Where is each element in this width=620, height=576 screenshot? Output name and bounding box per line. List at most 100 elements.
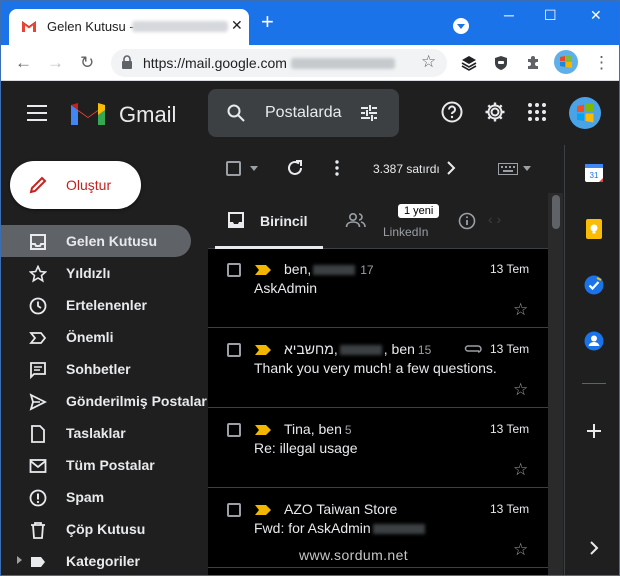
date: 13 Tem [490,422,530,436]
important-marker-icon[interactable] [255,345,271,355]
nav-label: Sohbetler [66,361,131,377]
email-row[interactable]: Tina, ben 5 13 Tem Re: illegal usage ☆ [208,409,548,488]
nav-label: Kategoriler [66,553,140,569]
keep-icon[interactable] [584,219,604,239]
scrollbar-thumb[interactable] [552,195,560,229]
info-icon[interactable] [458,212,476,230]
calendar-icon[interactable]: 31 [584,163,604,183]
input-tools-dropdown-icon[interactable] [523,166,531,171]
tab-social[interactable]: 1 yeni LinkedIn [333,193,458,249]
add-addon-icon[interactable] [584,421,604,441]
nav-label: Tüm Postalar [66,457,155,473]
tasks-icon[interactable] [584,275,604,295]
row-checkbox[interactable] [227,423,241,437]
browser-tab[interactable]: Gelen Kutusu - ✕ [9,9,249,45]
nav-item-spam[interactable]: Spam [1,481,191,513]
tab-primary[interactable]: Birincil [215,193,323,249]
sender: מחשביא,, ben 15 [284,341,432,357]
lock-icon [122,55,132,69]
search-input[interactable]: Postalarda [265,104,342,122]
gmail-logo-icon[interactable] [69,99,107,127]
back-icon[interactable]: ← [15,54,32,71]
close-window-button[interactable]: ✕ [590,7,602,24]
next-page-icon[interactable] [445,159,457,177]
scrollbar[interactable] [548,193,563,575]
nav-item-snoozed[interactable]: Ertelenenler [1,289,191,321]
star-toggle-icon[interactable]: ☆ [513,300,528,320]
select-all-checkbox[interactable] [226,161,241,176]
watermark: www.sordum.net [299,547,409,563]
browser-window: Gelen Kutusu - ✕ + ─ ☐ ✕ ← → ↻ https://m… [0,0,620,576]
select-dropdown-icon[interactable] [250,166,258,171]
account-avatar[interactable] [569,97,601,129]
google-apps-icon[interactable] [528,103,546,121]
layers-extension-icon[interactable] [461,55,477,71]
send-icon [29,393,47,411]
nav-item-drafts[interactable]: Taslaklar [1,417,191,449]
inbox-icon [30,234,46,250]
profile-avatar-icon[interactable] [554,50,578,74]
new-badge: 1 yeni [398,204,440,218]
important-marker-icon[interactable] [255,505,271,515]
sender: AZO Taiwan Store [284,501,398,517]
search-icon[interactable] [227,104,245,122]
refresh-icon[interactable] [286,159,304,177]
new-tab-button[interactable]: + [261,11,274,33]
bookmark-star-icon[interactable]: ☆ [421,52,436,72]
maximize-button[interactable]: ☐ [544,7,557,24]
chrome-menu-icon[interactable]: ⋮ [593,54,610,71]
email-row[interactable]: מחשביא,, ben 15 13 Tem Thank you very muc… [208,329,548,408]
email-row[interactable]: ben, 17 13 Tem AskAdmin ☆ [208,249,548,328]
pencil-icon [29,176,47,194]
star-toggle-icon[interactable]: ☆ [513,380,528,400]
main-menu-icon[interactable] [27,105,47,121]
nav-item-trash[interactable]: Çöp Kutusu [1,513,191,545]
nav-label: Taslaklar [66,425,126,441]
expand-panel-icon[interactable] [584,538,604,558]
tab-search-icon[interactable] [453,18,469,34]
label-icon [31,557,45,567]
nav-label: Yıldızlı [66,265,111,281]
star-toggle-icon[interactable]: ☆ [513,540,528,560]
settings-gear-icon[interactable] [484,101,506,123]
row-checkbox[interactable] [227,263,241,277]
gmail-brand-text: Gmail [119,102,177,127]
nav-item-important[interactable]: Önemli [1,321,191,353]
redacted-url [291,58,395,69]
help-icon[interactable] [441,101,463,123]
compose-button[interactable]: Oluştur [10,161,141,209]
subject: AskAdmin [254,280,318,296]
expand-arrow-icon[interactable] [17,556,22,564]
url-text: https://mail.google.com [143,55,287,71]
minimize-button[interactable]: ─ [504,7,514,23]
important-marker-icon[interactable] [255,265,271,275]
nav-item-inbox[interactable]: Gelen Kutusu [1,225,191,257]
address-bar[interactable]: https://mail.google.com ☆ [111,49,447,77]
extensions-puzzle-icon[interactable] [525,55,541,71]
star-toggle-icon[interactable]: ☆ [513,460,528,480]
star-icon [29,265,47,283]
nav-item-categories[interactable]: Kategoriler [1,545,191,575]
email-list: ben, 17 13 Tem AskAdmin ☆ מחשביא,, ben 15 … [208,249,548,575]
row-checkbox[interactable] [227,503,241,517]
nav-label: Çöp Kutusu [66,521,146,537]
nav-item-all-mail[interactable]: Tüm Postalar [1,449,191,481]
tabs-scroll-icon[interactable]: ‹ › [488,211,501,227]
tab-strip: Gelen Kutusu - ✕ + ─ ☐ ✕ [1,1,619,45]
nav-item-starred[interactable]: Yıldızlı [1,257,191,289]
search-bar[interactable]: Postalarda [208,89,399,137]
reload-icon[interactable]: ↻ [80,54,94,71]
forward-icon[interactable]: → [47,54,64,71]
keyboard-icon[interactable] [498,163,518,175]
more-vert-icon[interactable] [328,159,346,177]
row-checkbox[interactable] [227,343,241,357]
nav-item-sent[interactable]: Gönderilmiş Postalar [1,385,207,417]
tab-close-icon[interactable]: ✕ [231,17,243,34]
side-panel: 31 [564,145,619,575]
mail-icon [29,459,47,473]
search-options-icon[interactable] [360,104,378,122]
nav-item-chats[interactable]: Sohbetler [1,353,191,385]
shield-extension-icon[interactable] [493,55,509,71]
important-marker-icon[interactable] [255,425,271,435]
contacts-icon[interactable] [584,331,604,351]
